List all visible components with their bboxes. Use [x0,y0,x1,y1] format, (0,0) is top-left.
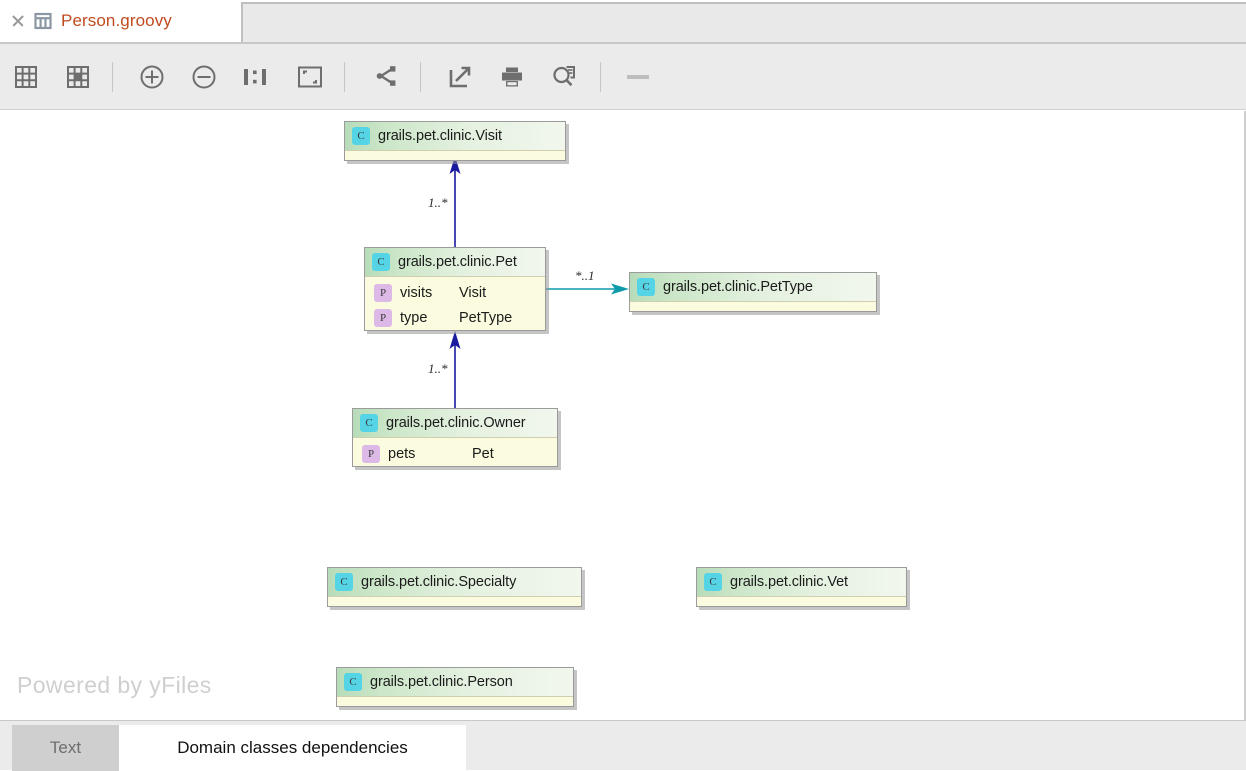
class-badge-icon: C [372,253,390,271]
fit-content-button[interactable] [56,55,100,99]
class-node-header: C grails.pet.clinic.Specialty [328,568,581,597]
zoom-out-button[interactable] [182,55,226,99]
toolbar-buttons [0,44,660,110]
class-node-body [337,697,573,706]
property-badge-icon: P [362,445,380,463]
collapse-button[interactable] [616,55,660,99]
class-node-visit[interactable]: C grails.pet.clinic.Visit [344,121,566,161]
zoom-in-button[interactable] [130,55,174,99]
edge-pet-visit [450,156,461,247]
fit-window-icon [297,65,323,89]
property-badge-icon: P [374,309,392,327]
class-badge-icon: C [335,573,353,591]
editor-tab-person-groovy[interactable]: Person.groovy [0,0,186,42]
export-button[interactable] [438,55,482,99]
show-grid-button[interactable] [4,55,48,99]
class-badge-icon: C [637,278,655,296]
bottom-tab-bar: Text Domain classes dependencies [0,720,1246,770]
class-node-header: C grails.pet.clinic.PetType [630,273,876,302]
print-button[interactable] [490,55,534,99]
grid-icon [14,65,38,89]
class-node-title: grails.pet.clinic.PetType [663,279,813,295]
tab-domain-classes-dependencies[interactable]: Domain classes dependencies [119,725,466,771]
actual-size-button[interactable] [234,55,278,99]
property-name: visits [400,285,432,301]
class-node-pet[interactable]: C grails.pet.clinic.Pet P visits Visit P… [364,247,546,331]
diagram-toolbar [0,44,1246,110]
fit-content-icon [66,65,90,89]
hierarchy-layout-icon [371,64,397,90]
class-badge-icon: C [360,414,378,432]
property-type: PetType [459,310,512,326]
class-node-header: C grails.pet.clinic.Vet [697,568,906,597]
edge-label-pet-visit: 1..* [428,195,448,211]
find-icon [551,64,577,90]
class-node-body [630,302,876,311]
class-node-title: grails.pet.clinic.Visit [378,128,502,144]
property-type: Pet [472,446,494,462]
editor-tab-label: Person.groovy [61,11,172,31]
class-node-header: C grails.pet.clinic.Person [337,668,573,697]
class-node-header: C grails.pet.clinic.Pet [365,248,545,277]
class-node-body: P pets Pet [353,441,557,466]
edge-label-owner-pet: 1..* [428,361,448,377]
editor-tab-bar: Person.groovy [0,0,1246,44]
class-node-header: C grails.pet.clinic.Visit [345,122,565,151]
edge-pet-pettype [546,284,629,295]
diagram-canvas[interactable]: 1..* 1..* *..1 C grails.pet.clinic.Visit… [0,111,1246,720]
print-icon [499,65,525,89]
edge-label-pet-pettype: *..1 [575,268,595,284]
class-badge-icon: C [352,127,370,145]
class-node-title: grails.pet.clinic.Person [370,674,513,690]
property-name: pets [388,446,415,462]
close-icon[interactable] [10,13,26,29]
class-node-body [697,597,906,606]
class-badge-icon: C [704,573,722,591]
zoom-out-icon [191,64,217,90]
class-node-specialty[interactable]: C grails.pet.clinic.Specialty [327,567,582,607]
class-node-body: P visits Visit P type PetType [365,280,545,330]
class-node-body [345,151,565,160]
class-node-owner[interactable]: C grails.pet.clinic.Owner P pets Pet [352,408,558,467]
toolbar-separator-4 [600,62,601,92]
toolbar-separator-1 [112,62,113,92]
property-row[interactable]: P visits Visit [365,280,545,305]
tab-text[interactable]: Text [12,725,119,771]
property-name: type [400,310,427,326]
class-node-pettype[interactable]: C grails.pet.clinic.PetType [629,272,877,312]
class-node-person[interactable]: C grails.pet.clinic.Person [336,667,574,707]
diagram-edges [0,111,1246,720]
property-type: Visit [459,285,486,301]
class-node-title: grails.pet.clinic.Vet [730,574,848,590]
fit-to-window-button[interactable] [288,55,332,99]
class-node-vet[interactable]: C grails.pet.clinic.Vet [696,567,907,607]
find-button[interactable] [542,55,586,99]
zoom-in-icon [139,64,165,90]
toolbar-separator-3 [420,62,421,92]
class-node-title: grails.pet.clinic.Owner [386,415,526,431]
class-badge-icon: C [344,673,362,691]
property-badge-icon: P [374,284,392,302]
tab-bar-filler [241,2,1246,42]
class-node-title: grails.pet.clinic.Pet [398,254,517,270]
property-row[interactable]: P pets Pet [353,441,557,466]
layout-button[interactable] [362,55,406,99]
property-row[interactable]: P type PetType [365,305,545,330]
edge-owner-pet [450,331,461,408]
class-node-body [328,597,581,606]
toolbar-separator-2 [344,62,345,92]
minus-icon [625,71,651,83]
one-to-one-icon [241,66,271,88]
class-node-header: C grails.pet.clinic.Owner [353,409,557,438]
groovy-file-icon [34,12,52,30]
class-node-title: grails.pet.clinic.Specialty [361,574,516,590]
yfiles-watermark: Powered by yFiles [17,672,212,699]
export-icon [447,64,473,90]
